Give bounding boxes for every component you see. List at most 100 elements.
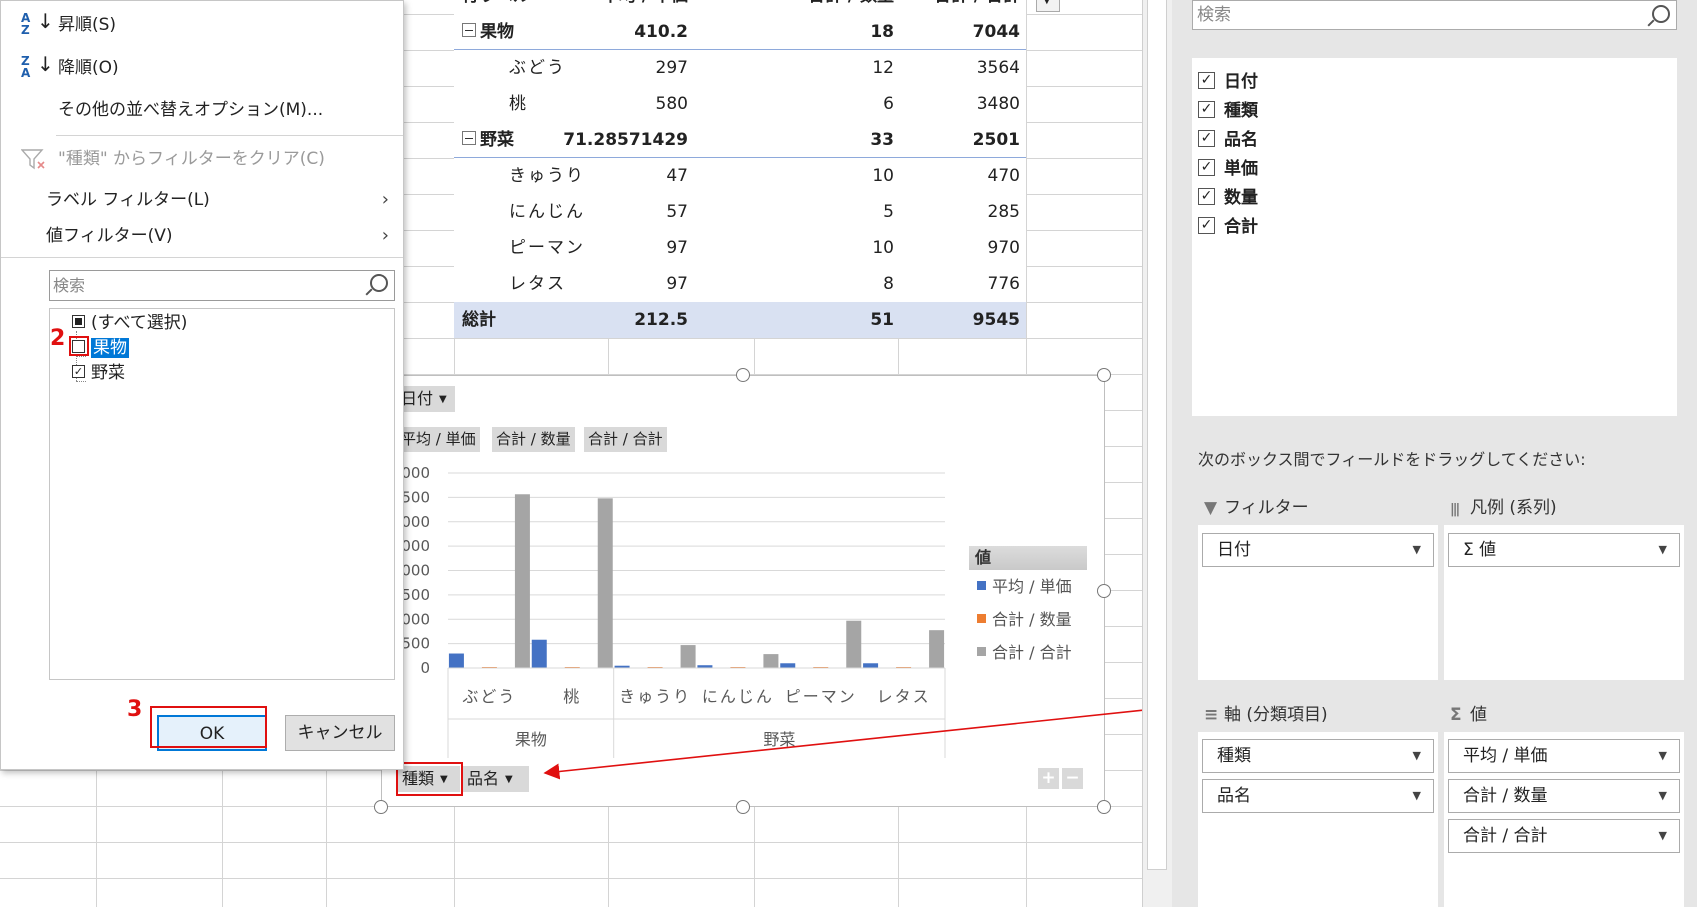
clear-filter-label: "種類" からフィルターをクリア(C) [58,149,325,169]
chart-bar[interactable] [448,653,464,668]
axis-field-label: 品名 [467,769,500,788]
chart-bar[interactable] [763,654,779,668]
sort-descending-icon: Z A ↓ [21,52,54,80]
field-checkbox[interactable]: ✓ [1198,129,1215,147]
axis-area-chip-type[interactable]: 種類 ▼ [1202,739,1434,773]
axis-area-title: ≡ 軸 (分類項目) [1204,700,1328,730]
filter-item[interactable]: ✓ 野菜 [72,361,125,385]
field-item[interactable]: ✓ 単価 [1198,155,1258,184]
filter-area-chip[interactable]: 日付 ▼ [1202,533,1434,567]
y-tick-label: 000 [401,562,430,580]
collapse-field-button[interactable]: − [1062,768,1083,789]
x-category-label: ピーマン [785,687,857,706]
chart-bar[interactable] [863,663,879,668]
filter-item[interactable]: (すべて選択) [72,311,187,335]
chart-bar[interactable] [514,494,530,668]
x-category-label: 桃 [563,687,581,706]
field-item[interactable]: ✓ 日付 [1198,68,1258,97]
field-item[interactable]: ✓ 数量 [1198,184,1258,213]
chevron-down-icon: ▼ [1658,789,1667,802]
x-group-label: 野菜 [763,730,795,749]
chart-bar[interactable] [597,498,613,668]
chevron-down-icon: ▼ [1658,543,1667,556]
chart-bar[interactable] [680,645,696,668]
filter-item-list[interactable]: (すべて選択) 果物 ✓ 野菜 [49,308,395,680]
y-tick-label: 500 [401,488,430,506]
chart-filter-button-date[interactable]: 日付 ▼ [397,386,455,412]
search-icon [370,274,388,292]
y-tick-label: 500 [401,586,430,604]
y-tick-label: 000 [401,513,430,531]
chart-bar[interactable] [846,620,862,668]
values-area-chip-avg-price[interactable]: 平均 / 単価 ▼ [1448,739,1680,773]
field-checkbox[interactable]: ✓ [1198,71,1215,89]
chart-bar[interactable] [929,630,945,668]
legend-item[interactable]: 平均 / 単価 [969,570,1087,603]
field-item[interactable]: ✓ 合計 [1198,213,1258,242]
filter-item-checkbox[interactable] [72,314,85,328]
resize-handle[interactable] [736,368,750,382]
axis-area-chip-item[interactable]: 品名 ▼ [1202,779,1434,813]
legend-title: 値 [969,546,1087,570]
sort-descending-item[interactable]: Z A ↓ 降順(O) [1,52,403,84]
value-chip-sum-qty[interactable]: 合計 / 数量 [492,427,575,452]
values-area-chip-sum-qty[interactable]: 合計 / 数量 ▼ [1448,779,1680,813]
filter-search-input[interactable]: 検索 [49,270,395,301]
sort-ascending-item[interactable]: A Z ↓ 昇順(S) [1,9,403,41]
expand-field-button[interactable]: + [1038,768,1059,789]
legend-area-title: ||| 凡例 (系列) [1450,493,1557,523]
field-checkbox[interactable]: ✓ [1198,100,1215,118]
filter-item-checkbox[interactable]: ✓ [72,364,85,378]
legend-item[interactable]: 合計 / 合計 [969,636,1087,669]
chevron-down-icon: ▼ [505,773,513,785]
resize-handle[interactable] [1097,800,1111,814]
field-item[interactable]: ✓ 品名 [1198,126,1258,155]
label-filter-item[interactable]: ラベル フィルター(L) › [1,184,403,216]
clear-filter-item: "種類" からフィルターをクリア(C) [1,143,403,175]
y-tick-label: 000 [401,537,430,555]
legend-item[interactable]: 合計 / 数量 [969,603,1087,636]
x-category-label: ぶどう [462,687,516,706]
chevron-down-icon: ▼ [439,393,447,405]
drag-instruction: 次のボックス間でフィールドをドラッグしてください: [1198,450,1586,469]
value-chip-sum-total[interactable]: 合計 / 合計 [584,427,667,452]
filter-item-label: 果物 [91,338,129,358]
field-list[interactable]: ✓ 日付 ✓ 種類 ✓ 品名 ✓ 単価 ✓ 数量 ✓ 合計 [1192,58,1677,416]
field-checkbox[interactable]: ✓ [1198,187,1215,205]
axis-field-button-item[interactable]: 品名 ▼ [463,766,529,792]
x-category-label: きゅうり [619,687,691,706]
value-filter-item[interactable]: 値フィルター(V) › [1,220,403,252]
field-label: 品名 [1224,130,1258,150]
x-group-label: 果物 [515,730,547,749]
chart-bar[interactable] [531,639,547,668]
filter-search-placeholder: 検索 [53,276,86,295]
field-label: 合計 [1224,217,1258,237]
legend-area-chip[interactable]: Σ 値 ▼ [1448,533,1680,567]
vertical-scrollbar[interactable] [1147,0,1167,870]
field-checkbox[interactable]: ✓ [1198,216,1215,234]
field-item[interactable]: ✓ 種類 [1198,97,1258,126]
values-area-chip-sum-total[interactable]: 合計 / 合計 ▼ [1448,819,1680,853]
resize-handle[interactable] [1097,368,1111,382]
legend-swatch [977,647,986,656]
menu-separator [1,257,403,258]
filter-dropdown-menu[interactable]: A Z ↓ 昇順(S) Z A ↓ 降順(O) その他の並べ替えオプション(M)..… [0,0,404,770]
more-sort-options-item[interactable]: その他の並べ替えオプション(M)... [1,94,403,126]
sort-descending-label: 降順(O) [58,58,119,78]
field-checkbox[interactable]: ✓ [1198,158,1215,176]
chart-filter-label: 日付 [401,389,434,408]
resize-handle[interactable] [1097,584,1111,598]
sort-ascending-icon: A Z ↓ [21,9,54,37]
chart-bar[interactable] [780,663,796,668]
legend-swatch [977,581,986,590]
pivot-fields-pane[interactable]: 検索 ✓ 日付 ✓ 種類 ✓ 品名 ✓ 単価 ✓ 数量 ✓ 合計 次のボックス間でフィールドをドラッグ… [1172,0,1697,907]
values-area-title: Σ値 [1450,700,1487,730]
y-tick-label: 500 [401,635,430,653]
value-chip-avg-price[interactable]: 平均 / 単価 [397,427,480,452]
chevron-down-icon: ▼ [1412,749,1421,762]
cancel-button[interactable]: キャンセル [285,715,395,751]
resize-handle[interactable] [374,800,388,814]
rows-icon: ≡ [1204,705,1219,725]
resize-handle[interactable] [736,800,750,814]
fields-search-input[interactable]: 検索 [1192,0,1677,30]
